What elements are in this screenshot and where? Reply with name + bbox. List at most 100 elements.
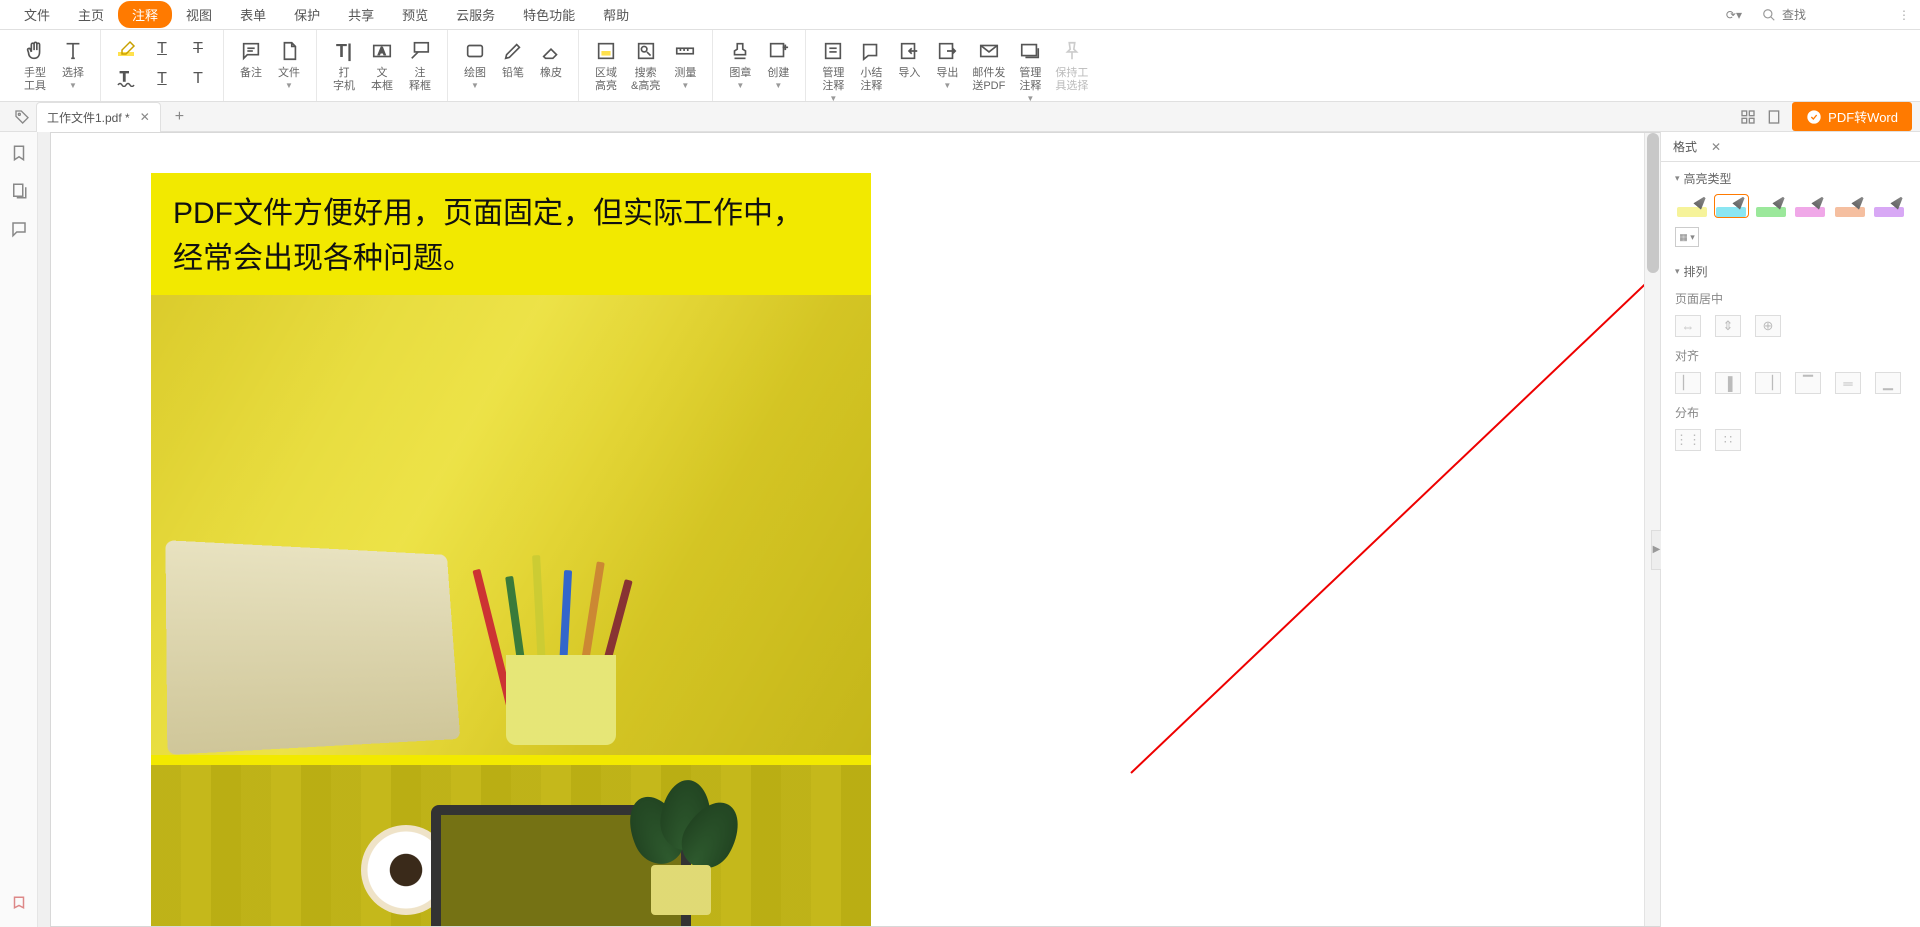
center-horizontal-button[interactable]: ⇔ <box>1675 315 1701 337</box>
underline-tool[interactable]: T <box>145 36 179 62</box>
page-image-1 <box>151 295 871 755</box>
more-colors-button[interactable]: ▦ ▾ <box>1675 227 1699 247</box>
highlight-tool[interactable] <box>109 36 143 62</box>
canvas[interactable]: PDF文件方便好用，页面固定，但实际工作中， 经常会出现各种问题。 <box>38 132 1660 927</box>
create-button[interactable]: 创建 ▼ <box>759 36 797 92</box>
insert-text-tool[interactable]: T̲ <box>145 66 179 92</box>
menu-annotate[interactable]: 注释 <box>118 1 172 28</box>
menu-preview[interactable]: 预览 <box>388 1 442 28</box>
strike-tool[interactable]: T <box>181 36 215 62</box>
replace-text-icon: T <box>187 68 209 90</box>
convert-icon <box>1806 109 1822 125</box>
note-button[interactable]: 备注 <box>232 36 270 82</box>
manage-annot-button[interactable]: 管理 注释 ▼ <box>1011 36 1049 105</box>
align-center-button[interactable]: ▐ <box>1715 372 1741 394</box>
ribbon-icon[interactable] <box>10 895 28 913</box>
menu-form[interactable]: 表单 <box>226 1 280 28</box>
pencil-button[interactable]: 铅笔 <box>494 36 532 82</box>
page-center-label: 页面居中 <box>1675 290 1906 307</box>
eraser-icon <box>538 38 564 64</box>
squiggly-tool[interactable]: T <box>109 66 143 92</box>
summary-button[interactable]: 小结 注释 <box>852 36 890 95</box>
replace-text-tool[interactable]: T <box>181 66 215 92</box>
highlight-swatch-row <box>1675 195 1906 217</box>
center-vertical-button[interactable]: ⇕ <box>1715 315 1741 337</box>
file-attach-button[interactable]: 文件 ▼ <box>270 36 308 92</box>
pdf-page: PDF文件方便好用，页面固定，但实际工作中， 经常会出现各种问题。 <box>151 173 871 927</box>
menu-cloud[interactable]: 云服务 <box>442 1 509 28</box>
format-tab-label[interactable]: 格式 <box>1673 138 1697 155</box>
tag-icon[interactable] <box>8 109 36 125</box>
svg-text:T: T <box>120 71 129 84</box>
draw-button[interactable]: 绘图 ▼ <box>456 36 494 92</box>
eraser-button[interactable]: 橡皮 <box>532 36 570 82</box>
callout-icon <box>407 38 433 64</box>
center-both-button[interactable]: ⊕ <box>1755 315 1781 337</box>
more-icon[interactable]: ⋮ <box>1898 8 1910 22</box>
menu-features[interactable]: 特色功能 <box>509 1 589 28</box>
page-text-line1: PDF文件方便好用，页面固定，但实际工作中， <box>173 191 849 236</box>
swatch-yellow[interactable] <box>1675 195 1709 217</box>
menu-help[interactable]: 帮助 <box>589 1 643 28</box>
scroll-thumb[interactable] <box>1647 133 1659 273</box>
swatch-purple[interactable] <box>1873 195 1907 217</box>
text-select-icon <box>60 38 86 64</box>
document-tab[interactable]: 工作文件1.pdf * ✕ <box>36 102 161 132</box>
align-bottom-button[interactable]: ▁ <box>1875 372 1901 394</box>
callout-button[interactable]: 注 释框 <box>401 36 439 95</box>
typewriter-button[interactable]: T| 打 字机 <box>325 36 363 95</box>
format-pane: ▶ 格式 ✕ ▾高亮类型 ▦ ▾ ▾排列 页面居中 ⇔ ⇕ ⊕ <box>1660 132 1920 927</box>
collapse-pane-button[interactable]: ▶ <box>1651 530 1661 570</box>
underline-icon: T <box>151 38 173 60</box>
highlight-region[interactable]: PDF文件方便好用，页面固定，但实际工作中， 经常会出现各种问题。 <box>151 173 871 927</box>
search-input[interactable] <box>1782 8 1882 22</box>
export-button[interactable]: 导出 ▼ <box>928 36 966 92</box>
import-button[interactable]: 导入 <box>890 36 928 82</box>
area-highlight-icon <box>593 38 619 64</box>
search-highlight-button[interactable]: 搜索 &高亮 <box>625 36 666 95</box>
distribute-horizontal-button[interactable]: ⋮⋮ <box>1675 429 1701 451</box>
hand-tool-button[interactable]: 手型 工具 <box>16 36 54 95</box>
select-tool-button[interactable]: 选择 ▼ <box>54 36 92 92</box>
email-pdf-button[interactable]: 邮件发 送PDF <box>966 36 1011 95</box>
grid-view-icon[interactable] <box>1740 109 1756 125</box>
textbox-button[interactable]: A 文 本框 <box>363 36 401 95</box>
distribute-vertical-button[interactable]: ∷ <box>1715 429 1741 451</box>
stamp-button[interactable]: 图章 ▼ <box>721 36 759 92</box>
align-left-button[interactable]: ▏ <box>1675 372 1701 394</box>
accessibility-icon[interactable]: ⟳▾ <box>1726 8 1742 22</box>
align-top-button[interactable]: ▔ <box>1795 372 1821 394</box>
attachment-icon <box>276 38 302 64</box>
measure-button[interactable]: 测量 ▼ <box>666 36 704 92</box>
svg-text:A: A <box>378 47 385 58</box>
swatch-pink[interactable] <box>1794 195 1828 217</box>
manage-comments-button[interactable]: 管理 注释 ▼ <box>814 36 852 105</box>
menu-protect[interactable]: 保护 <box>280 1 334 28</box>
align-right-button[interactable]: ▕ <box>1755 372 1781 394</box>
search-highlight-icon <box>633 38 659 64</box>
keep-tool-button[interactable]: 保持工 具选择 <box>1049 36 1094 95</box>
highlighter-icon <box>115 38 137 60</box>
comments-icon[interactable] <box>10 220 28 238</box>
page-text-line2: 经常会出现各种问题。 <box>173 236 849 281</box>
menu-file[interactable]: 文件 <box>10 1 64 28</box>
stamp-icon <box>727 38 753 64</box>
swatch-cyan[interactable] <box>1715 195 1749 217</box>
list-icon <box>820 38 846 64</box>
add-tab-button[interactable]: + <box>175 108 184 126</box>
menu-share[interactable]: 共享 <box>334 1 388 28</box>
bookmark-icon[interactable] <box>10 144 28 162</box>
close-tab-icon[interactable]: ✕ <box>140 110 150 124</box>
menu-view[interactable]: 视图 <box>172 1 226 28</box>
area-highlight-button[interactable]: 区域 高亮 <box>587 36 625 95</box>
swatch-orange[interactable] <box>1833 195 1867 217</box>
menu-home[interactable]: 主页 <box>64 1 118 28</box>
align-middle-button[interactable]: ═ <box>1835 372 1861 394</box>
shape-icon <box>462 38 488 64</box>
single-view-icon[interactable] <box>1766 109 1782 125</box>
pdf-to-word-button[interactable]: PDF转Word <box>1792 102 1912 131</box>
swatch-green[interactable] <box>1754 195 1788 217</box>
pages-icon[interactable] <box>10 182 28 200</box>
left-sidebar <box>0 132 38 927</box>
close-pane-icon[interactable]: ✕ <box>1711 140 1721 154</box>
